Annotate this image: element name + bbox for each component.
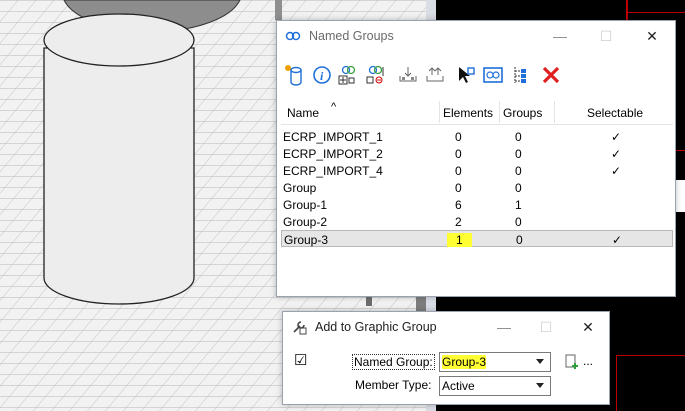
groups-cell: 0: [516, 233, 523, 247]
table-row[interactable]: ECRP_IMPORT_2 0 0 ✓: [281, 145, 673, 162]
group-name-cell: Group-1: [283, 198, 328, 212]
more-button[interactable]: ...: [583, 354, 593, 368]
group-name-cell: ECRP_IMPORT_4: [283, 164, 383, 178]
pick-group-icon[interactable]: [454, 63, 478, 87]
select-members-icon[interactable]: [396, 63, 420, 87]
table-row[interactable]: ECRP_IMPORT_4 0 0 ✓: [281, 162, 673, 179]
selectable-cell: ✓: [611, 130, 622, 144]
group-name-cell: Group: [283, 181, 317, 195]
groups-cell: 0: [515, 181, 522, 195]
add-group-titlebar[interactable]: Add to Graphic Group — ☐ ✕: [283, 312, 609, 342]
elements-cell: 2: [455, 215, 462, 229]
group-name-cell: ECRP_IMPORT_1: [283, 130, 383, 144]
cylinder-shape: [43, 13, 195, 305]
dialog-title: Add to Graphic Group: [315, 320, 437, 334]
named-groups-table: Name ^ Elements Groups Selectable ECRP_I…: [281, 101, 673, 247]
chevron-down-icon: [536, 383, 544, 388]
selectable-cell: ✓: [611, 164, 622, 178]
wrench-group-icon: [293, 321, 307, 335]
add-members-icon[interactable]: [336, 63, 360, 87]
table-row[interactable]: Group-2 2 0: [281, 213, 673, 230]
elements-cell: 0: [455, 164, 462, 178]
info-icon[interactable]: i: [309, 63, 333, 87]
add-to-graphic-group-dialog: Add to Graphic Group — ☐ ✕ ☑ Named Group…: [282, 311, 610, 405]
close-button[interactable]: ✕: [567, 312, 609, 342]
column-header-name[interactable]: Name: [287, 106, 319, 120]
deselect-members-icon[interactable]: [423, 63, 447, 87]
elements-cell: 0: [455, 147, 462, 161]
elements-cell: 0: [455, 181, 462, 195]
named-groups-titlebar[interactable]: Named Groups — ☐ ✕: [277, 21, 675, 51]
remove-members-icon[interactable]: [363, 63, 387, 87]
minimize-button[interactable]: —: [537, 21, 583, 51]
column-header-selectable[interactable]: Selectable: [587, 106, 643, 120]
table-row[interactable]: ECRP_IMPORT_1 0 0 ✓: [281, 128, 673, 145]
delete-icon[interactable]: [539, 63, 563, 87]
group-name-cell: ECRP_IMPORT_2: [283, 147, 383, 161]
column-header-groups[interactable]: Groups: [503, 106, 542, 120]
elements-cell: 6: [455, 198, 462, 212]
table-row[interactable]: Group-3 1 0 ✓: [281, 230, 673, 247]
groups-cell: 0: [515, 130, 522, 144]
elements-cell: 1: [447, 233, 472, 247]
group-name-cell: Group-3: [284, 233, 329, 247]
enable-checkbox[interactable]: ☑: [294, 351, 307, 369]
dialog-title: Named Groups: [309, 29, 394, 43]
sort-ascending-icon: ^: [331, 101, 337, 113]
maximize-button[interactable]: ☐: [583, 21, 629, 51]
close-button[interactable]: ✕: [629, 21, 675, 51]
group-name-cell: Group-2: [283, 215, 328, 229]
member-type-value: Active: [442, 379, 475, 393]
named-groups-dialog: Named Groups — ☐ ✕ i Name ^ Elements Gro…: [276, 20, 676, 297]
groups-cell: 1: [515, 198, 522, 212]
add-group-icon[interactable]: [282, 63, 306, 87]
table-row[interactable]: Group 0 0: [281, 179, 673, 196]
groups-cell: 0: [515, 215, 522, 229]
table-header: Name ^ Elements Groups Selectable: [281, 101, 673, 125]
new-group-icon[interactable]: [564, 354, 580, 370]
groups-cell: 0: [515, 164, 522, 178]
hierarchy-icon[interactable]: [508, 63, 532, 87]
named-group-value: Group-3: [442, 355, 487, 369]
groups-cell: 0: [515, 147, 522, 161]
named-groups-icon: [285, 31, 301, 41]
member-type-select[interactable]: Active: [439, 376, 551, 396]
maximize-button[interactable]: ☐: [525, 312, 567, 342]
chevron-down-icon: [536, 359, 544, 364]
minimize-button[interactable]: —: [483, 312, 525, 342]
member-type-label: Member Type:: [355, 378, 432, 392]
elements-cell: 0: [455, 130, 462, 144]
selectable-cell: ✓: [611, 147, 622, 161]
table-row[interactable]: Group-1 6 1: [281, 196, 673, 213]
named-group-label: Named Group:: [352, 354, 435, 370]
named-groups-toolbar: i: [277, 51, 675, 99]
selectable-cell: ✓: [612, 233, 623, 247]
named-group-select[interactable]: Group-3: [439, 352, 551, 372]
column-header-elements[interactable]: Elements: [443, 106, 493, 120]
display-icon[interactable]: [481, 63, 505, 87]
